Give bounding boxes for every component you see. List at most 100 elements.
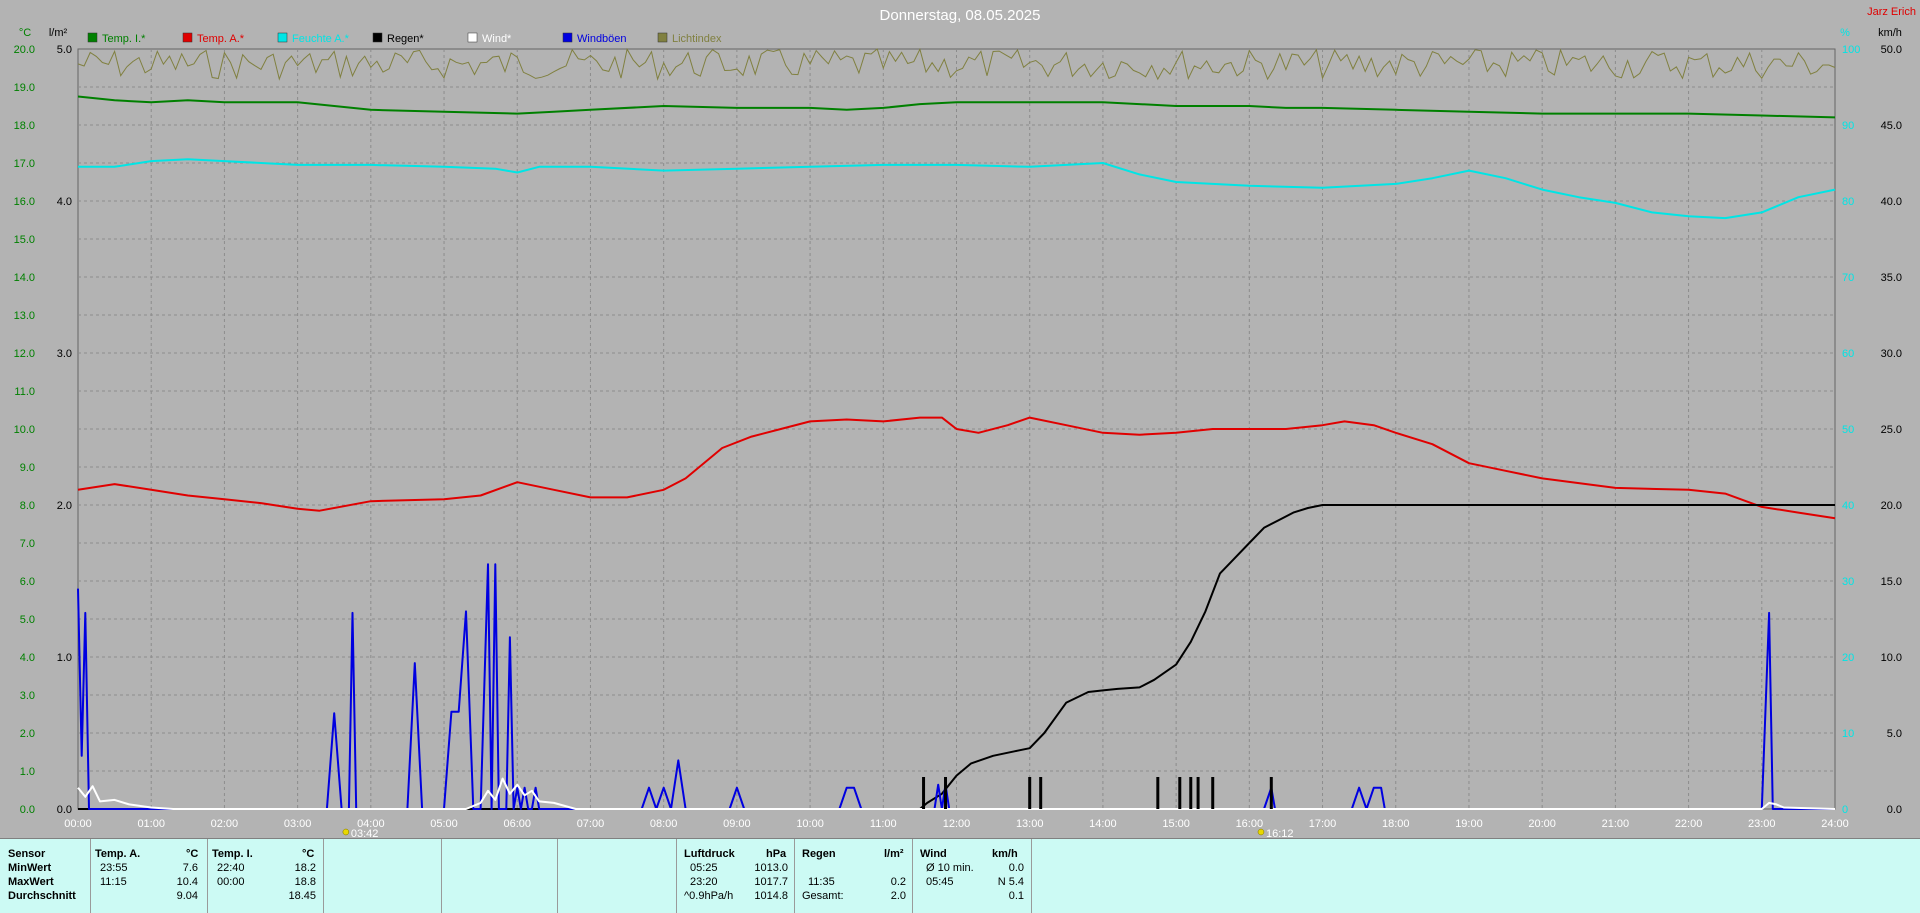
stats-divider: [1031, 839, 1032, 913]
x-tick-label: 18:00: [1382, 818, 1410, 830]
legend-label: Wind*: [482, 33, 512, 45]
temp-tick-label: 9.0: [20, 462, 35, 474]
stats-rain-max-value: 0.2: [890, 876, 906, 888]
sunrise-icon: [342, 828, 350, 836]
stats-wind-header: Wind: [920, 848, 947, 860]
rain-tick-label: 3.0: [57, 348, 72, 360]
annotation-time: 03:42: [351, 828, 379, 838]
stats-divider: [441, 839, 442, 913]
temp-tick-label: 18.0: [14, 120, 35, 132]
temp-tick-label: 12.0: [14, 348, 35, 360]
stats-wind-min-label: Ø 10 min.: [926, 862, 974, 874]
percent-tick-label: 30: [1842, 576, 1854, 588]
stats-row-max: MaxWert: [8, 876, 54, 888]
stats-divider: [794, 839, 795, 913]
stats-temp-a-min-value: 7.6: [182, 862, 198, 874]
temp-tick-label: 15.0: [14, 234, 35, 246]
temp-tick-label: 0.0: [20, 804, 35, 816]
legend-label: Windböen: [577, 33, 627, 45]
stats-wind-max-time: 05:45: [926, 876, 954, 888]
legend-swatch: [562, 32, 573, 43]
temp-tick-label: 19.0: [14, 82, 35, 94]
percent-tick-label: 20: [1842, 652, 1854, 664]
statistics-panel: Sensor MinWert MaxWert Durchschnitt Temp…: [0, 838, 1920, 913]
x-tick-label: 00:00: [64, 818, 92, 830]
chart-ticks: 00:00 01:00 02:00 03:00 04:00 05:00 06:00 07:00…: [14, 44, 1902, 830]
percent-tick-label: 10: [1842, 728, 1854, 740]
wind-tick-label: 15.0: [1881, 576, 1902, 588]
temp-tick-label: 5.0: [20, 614, 35, 626]
x-tick-label: 19:00: [1455, 818, 1483, 830]
stats-pressure-min-value: 1013.0: [754, 862, 788, 874]
percent-tick-label: 100: [1842, 44, 1860, 56]
legend-label: Temp. A.*: [197, 33, 245, 45]
rain-tick-label: 4.0: [57, 196, 72, 208]
rain-tick-label: 2.0: [57, 500, 72, 512]
percent-tick-label: 40: [1842, 500, 1854, 512]
legend-swatch: [467, 32, 478, 43]
temp-tick-label: 16.0: [14, 196, 35, 208]
sunset-icon: [1257, 828, 1265, 836]
temp-tick-label: 7.0: [20, 538, 35, 550]
stats-divider: [323, 839, 324, 913]
legend-label: Regen*: [387, 33, 424, 45]
stats-pressure-max-value: 1017.7: [754, 876, 788, 888]
series-line-temp-outside: [77, 416, 1836, 520]
x-tick-label: 11:00: [870, 818, 897, 830]
stats-temp-a-avg-value: 9.04: [176, 890, 198, 902]
stats-temp-a-min-time: 23:55: [100, 862, 128, 874]
stats-divider: [912, 839, 913, 913]
stats-pressure-unit: hPa: [766, 848, 787, 860]
percent-tick-label: 50: [1842, 424, 1854, 436]
legend-swatch: [657, 32, 668, 43]
stats-temp-a-header: Temp. A.: [95, 848, 141, 860]
station-label: Jarz Erich: [1867, 6, 1916, 18]
temp-tick-label: 11.0: [14, 386, 35, 398]
x-tick-label: 01:00: [137, 818, 165, 830]
stats-pressure-trend: ^0.9hPa/h: [684, 890, 734, 902]
stats-rain-max-time: 11:35: [808, 876, 835, 888]
stats-pressure-avg-value: 1014.8: [754, 890, 788, 902]
stats-divider: [557, 839, 558, 913]
x-tick-label: 12:00: [943, 818, 971, 830]
chart-title: Donnerstag, 08.05.2025: [880, 7, 1041, 24]
legend-swatch: [87, 32, 98, 43]
temp-tick-label: 10.0: [14, 424, 35, 436]
stats-pressure-min-time: 05:25: [690, 862, 718, 874]
temp-tick-label: 17.0: [14, 158, 35, 170]
legend-label: Feuchte A.*: [292, 33, 350, 45]
x-tick-label: 24:00: [1821, 818, 1849, 830]
temp-tick-label: 3.0: [20, 690, 35, 702]
x-tick-label: 22:00: [1675, 818, 1703, 830]
stats-temp-i-max-value: 18.8: [294, 876, 316, 888]
stats-pressure-max-time: 23:20: [690, 876, 718, 888]
x-tick-label: 16:00: [1236, 818, 1264, 830]
wind-tick-label: 25.0: [1881, 424, 1902, 436]
percent-tick-label: 80: [1842, 196, 1854, 208]
stats-temp-i-max-time: 00:00: [217, 876, 245, 888]
stats-temp-a-max-time: 11:15: [100, 876, 127, 888]
stats-wind-min-value: 0.0: [1008, 862, 1024, 874]
stats-divider: [676, 839, 677, 913]
rain-tick-label: 5.0: [57, 44, 72, 56]
stats-sensor-header: Sensor: [8, 848, 46, 860]
rain-tick-label: 1.0: [57, 652, 72, 664]
wind-tick-label: 5.0: [1887, 728, 1902, 740]
percent-tick-label: 90: [1842, 120, 1854, 132]
stats-rain-total-label: Gesamt:: [802, 890, 844, 902]
stats-row-min: MinWert: [8, 862, 52, 874]
x-tick-label: 09:00: [723, 818, 751, 830]
x-tick-label: 23:00: [1748, 818, 1776, 830]
stats-temp-i-avg-value: 18.45: [288, 890, 316, 902]
wind-tick-label: 30.0: [1881, 348, 1902, 360]
stats-divider: [207, 839, 208, 913]
x-tick-label: 21:00: [1602, 818, 1630, 830]
temp-tick-label: 20.0: [14, 44, 35, 56]
temp-tick-label: 4.0: [20, 652, 35, 664]
wind-axis-unit: km/h: [1878, 27, 1902, 39]
x-tick-label: 03:00: [284, 818, 312, 830]
stats-rain-unit: l/m²: [884, 848, 904, 860]
x-tick-label: 14:00: [1089, 818, 1117, 830]
stats-wind-avg-value: 0.1: [1008, 890, 1024, 902]
wind-tick-label: 0.0: [1887, 804, 1902, 816]
